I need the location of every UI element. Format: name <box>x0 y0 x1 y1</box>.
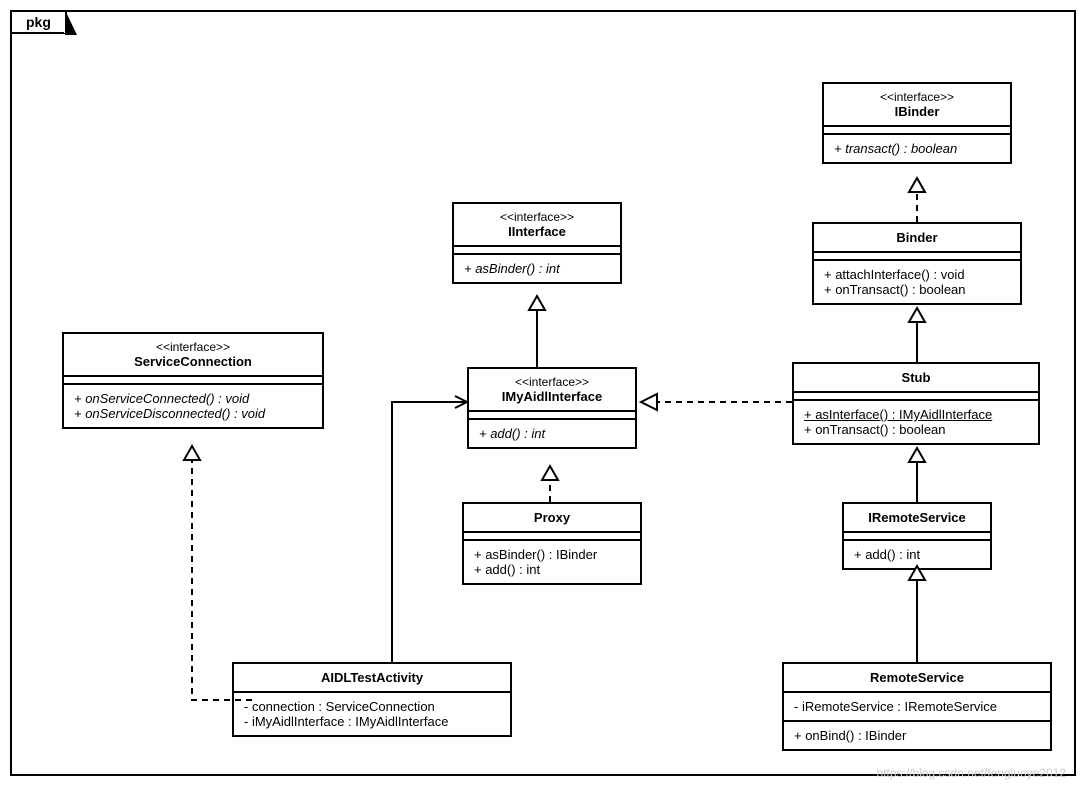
empty-attrs <box>844 531 990 539</box>
stereotype: <<interface>> <box>74 340 312 354</box>
operation: + onServiceConnected() : void <box>74 391 312 406</box>
class-name: IInterface <box>464 224 610 239</box>
empty-attrs <box>64 375 322 383</box>
operation: + asBinder() : int <box>464 261 610 276</box>
class-imyaidlinterface: <<interface>> IMyAidlInterface + add() :… <box>467 367 637 449</box>
operation: + add() : int <box>474 562 630 577</box>
operation: + transact() : boolean <box>834 141 1000 156</box>
class-name: IRemoteService <box>854 510 980 525</box>
empty-attrs <box>794 391 1038 399</box>
stereotype: <<interface>> <box>479 375 625 389</box>
class-name: Stub <box>804 370 1028 385</box>
attribute: - iRemoteService : IRemoteService <box>794 699 1040 714</box>
package-label: pkg <box>26 14 51 30</box>
operation: + onBind() : IBinder <box>794 728 1040 743</box>
empty-attrs <box>464 531 640 539</box>
watermark: https://blog.csdn.net/fengluoye2012 <box>877 766 1066 780</box>
class-serviceconnection: <<interface>> ServiceConnection + onServ… <box>62 332 324 429</box>
class-name: IBinder <box>834 104 1000 119</box>
class-name: Proxy <box>474 510 630 525</box>
operation: + add() : int <box>854 547 980 562</box>
empty-attrs <box>814 251 1020 259</box>
class-stub: Stub + asInterface() : IMyAidlInterface … <box>792 362 1040 445</box>
class-iremoteservice: IRemoteService + add() : int <box>842 502 992 570</box>
class-remoteservice: RemoteService - iRemoteService : IRemote… <box>782 662 1052 751</box>
class-aidltestactivity: AIDLTestActivity - connection : ServiceC… <box>232 662 512 737</box>
operation: + onTransact() : boolean <box>804 422 1028 437</box>
class-name: AIDLTestActivity <box>244 670 500 685</box>
operation: + attachInterface() : void <box>824 267 1010 282</box>
operation: + asBinder() : IBinder <box>474 547 630 562</box>
package-tab: pkg <box>10 10 67 34</box>
stereotype: <<interface>> <box>834 90 1000 104</box>
operation: + onServiceDisconnected() : void <box>74 406 312 421</box>
operation: + add() : int <box>479 426 625 441</box>
class-iinterface: <<interface>> IInterface + asBinder() : … <box>452 202 622 284</box>
empty-attrs <box>824 125 1010 133</box>
class-proxy: Proxy + asBinder() : IBinder + add() : i… <box>462 502 642 585</box>
class-name: RemoteService <box>794 670 1040 685</box>
class-name: ServiceConnection <box>74 354 312 369</box>
class-name: Binder <box>824 230 1010 245</box>
class-binder: Binder + attachInterface() : void + onTr… <box>812 222 1022 305</box>
empty-attrs <box>469 410 635 418</box>
class-ibinder: <<interface>> IBinder + transact() : boo… <box>822 82 1012 164</box>
attribute: - connection : ServiceConnection <box>244 699 500 714</box>
attribute: - iMyAidlInterface : IMyAidlInterface <box>244 714 500 729</box>
class-name: IMyAidlInterface <box>479 389 625 404</box>
empty-attrs <box>454 245 620 253</box>
operation-static: + asInterface() : IMyAidlInterface <box>804 407 1028 422</box>
stereotype: <<interface>> <box>464 210 610 224</box>
diagram-frame: pkg <<interface>> ServiceConnection + on… <box>10 10 1076 776</box>
operation: + onTransact() : boolean <box>824 282 1010 297</box>
